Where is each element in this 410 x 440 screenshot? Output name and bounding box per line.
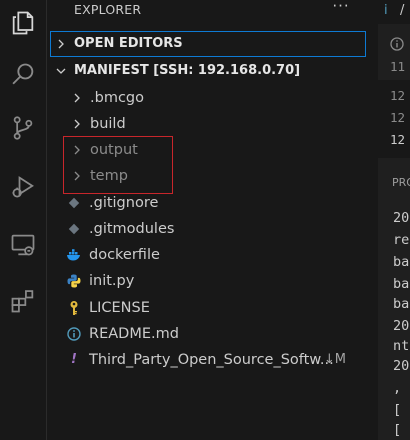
extensions-icon[interactable] <box>0 278 46 324</box>
output-line: [ <box>393 402 402 418</box>
output-line: [ <box>393 422 402 438</box>
tab-title-fragment[interactable]: / <box>400 3 404 18</box>
line-number: 12 <box>390 110 406 125</box>
tree-item-label: init.py <box>89 273 135 289</box>
panel-title[interactable]: PRO <box>392 176 410 189</box>
tree-item-gitmodules[interactable]: .gitmodules <box>47 216 368 242</box>
tree-item-label: Third_Party_Open_Source_Softw... <box>89 352 334 368</box>
line-number: 11 <box>390 59 406 74</box>
activity-bar <box>0 0 47 440</box>
tree-item-label: .gitmodules <box>89 221 175 237</box>
tree-item-label: build <box>90 116 126 132</box>
highlight-box <box>63 136 173 194</box>
tree-item-third-party[interactable]: ! Third_Party_Open_Source_Softw... ↓M <box>47 347 368 373</box>
tab-info-icon[interactable]: i <box>384 3 388 18</box>
output-line: , <box>393 380 402 396</box>
run-debug-icon[interactable] <box>0 164 46 210</box>
exclamation-icon: ! <box>71 352 77 367</box>
info-icon <box>66 326 82 342</box>
output-line: re <box>393 232 410 248</box>
output-line: ba <box>393 254 410 270</box>
source-control-icon[interactable] <box>0 105 46 151</box>
editor-tab-strip: i / <box>378 0 410 24</box>
tree-item-readme[interactable]: README.md <box>47 321 368 347</box>
explorer-icon[interactable] <box>0 0 46 46</box>
explorer-sidebar: EXPLORER ··· OPEN EDITORS MANIFEST [SSH:… <box>47 0 368 440</box>
git-file-icon <box>66 195 82 211</box>
output-line: nt <box>393 338 410 354</box>
info-icon <box>390 36 404 51</box>
workspace-label: MANIFEST [SSH: 192.168.0.70] <box>74 63 301 78</box>
tree-item-label: dockerfile <box>89 247 160 263</box>
chevron-right-icon <box>74 93 80 103</box>
open-editors-label: OPEN EDITORS <box>74 36 183 51</box>
more-actions-icon[interactable]: ··· <box>329 0 353 17</box>
git-file-icon <box>66 221 82 237</box>
docker-whale-icon <box>66 247 82 263</box>
tree-item-dockerfile[interactable]: dockerfile <box>47 242 368 268</box>
license-key-icon <box>66 300 82 316</box>
workspace-section[interactable]: MANIFEST [SSH: 192.168.0.70] <box>50 58 366 84</box>
output-line: 20 <box>393 318 410 334</box>
tree-item-bmcgo[interactable]: .bmcgo <box>47 85 368 111</box>
tree-item-label: .bmcgo <box>90 90 144 106</box>
tree-item-init-py[interactable]: init.py <box>47 268 368 294</box>
chevron-right-icon <box>74 119 80 129</box>
output-line: ba <box>393 276 410 292</box>
tree-item-label: README.md <box>89 326 179 342</box>
output-line: 20 <box>393 210 410 226</box>
tree-item-license[interactable]: LICENSE <box>47 295 368 321</box>
chevron-right-icon <box>58 39 64 49</box>
output-line: 20 <box>393 358 410 374</box>
git-status-badge: ↓M <box>323 352 346 367</box>
python-icon <box>66 273 82 289</box>
editor-area: i / 11 12 12 12 PRO 20 re ba ba ba 20 nt… <box>378 0 410 440</box>
line-number: 12 <box>390 132 406 147</box>
search-icon[interactable] <box>0 52 46 98</box>
line-number: 12 <box>390 88 406 103</box>
tree-item-label: LICENSE <box>89 300 150 316</box>
open-editors-section[interactable]: OPEN EDITORS <box>50 31 366 57</box>
remote-explorer-icon[interactable] <box>0 222 46 268</box>
sidebar-title: EXPLORER <box>74 2 142 17</box>
chevron-down-icon <box>56 68 66 74</box>
output-line: ba <box>393 296 410 312</box>
tree-item-build[interactable]: build <box>47 111 368 137</box>
